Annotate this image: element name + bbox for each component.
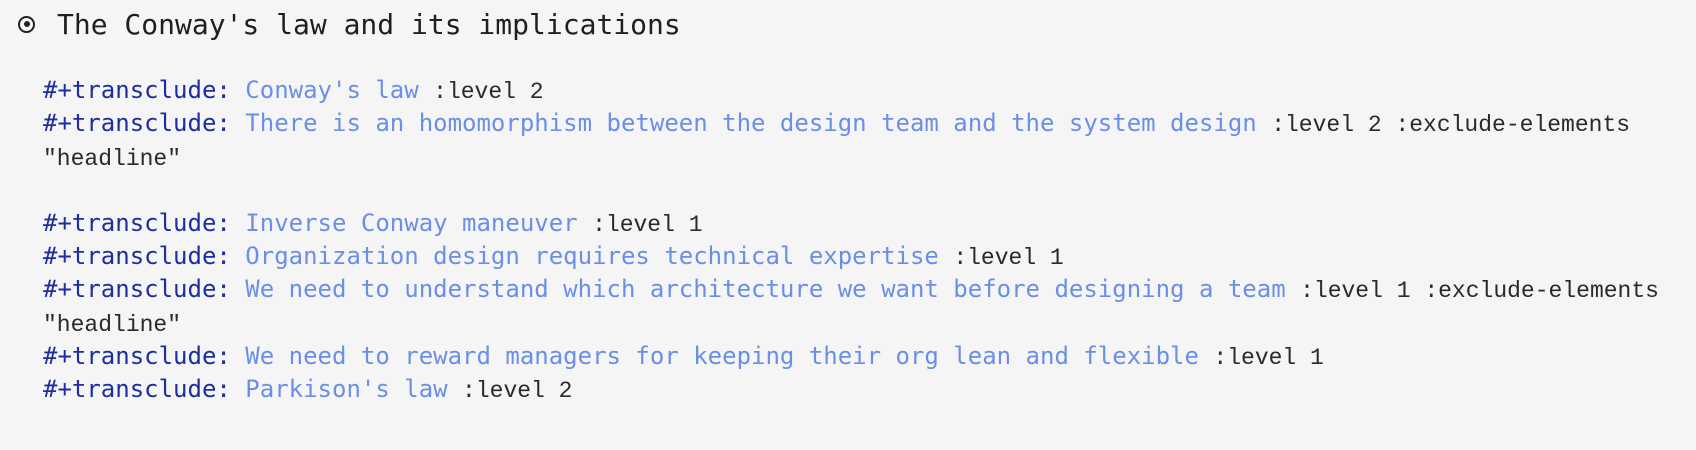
transclude-args-continuation: "headline" <box>43 146 182 172</box>
transclude-args: :level 1 <box>592 212 703 238</box>
bullet-icon <box>18 15 35 33</box>
transclude-link[interactable]: We need to understand which architecture… <box>245 275 1285 303</box>
transclude-link[interactable]: There is an homomorphism between the des… <box>245 109 1256 137</box>
transclude-link[interactable]: Conway's law <box>245 76 418 104</box>
transclude-link[interactable]: Organization design requires technical e… <box>245 242 939 270</box>
transclude-line-continuation: "headline" <box>43 140 181 174</box>
transclude-line: #+transclude: We need to understand whic… <box>43 272 1659 306</box>
transclude-args: :level 2 <box>462 378 573 404</box>
transclude-link[interactable]: Parkison's law <box>245 375 447 403</box>
transclude-keyword: #+transclude: <box>43 209 231 237</box>
transclude-line: #+transclude: Organization design requir… <box>43 239 1064 273</box>
transclude-args: :level 1 :exclude-elements <box>1300 278 1659 304</box>
transclude-args: :level 2 :exclude-elements <box>1271 112 1631 138</box>
transclude-keyword: #+transclude: <box>43 275 231 303</box>
transclude-keyword: #+transclude: <box>43 109 231 137</box>
transclude-link[interactable]: We need to reward managers for keeping t… <box>245 342 1199 370</box>
transclude-args: :level 1 <box>953 245 1064 271</box>
transclude-keyword: #+transclude: <box>43 76 231 104</box>
transclude-line: #+transclude: Parkison's law :level 2 <box>43 372 572 406</box>
transclude-line: #+transclude: We need to reward managers… <box>43 339 1324 373</box>
transclude-line: #+transclude: Conway's law :level 2 <box>43 73 544 107</box>
transclude-line: #+transclude: Inverse Conway maneuver :l… <box>43 206 703 240</box>
transclude-link[interactable]: Inverse Conway maneuver <box>245 209 577 237</box>
transclude-args-continuation: "headline" <box>43 312 182 338</box>
transclude-args: :level 1 <box>1213 345 1324 371</box>
transclude-line: #+transclude: There is an homomorphism b… <box>43 106 1630 140</box>
org-editor: The Conway's law and its implications #+… <box>0 0 1696 450</box>
transclude-keyword: #+transclude: <box>43 342 231 370</box>
transclude-args: :level 2 <box>433 79 544 105</box>
transclude-line-continuation: "headline" <box>43 306 181 340</box>
transclude-keyword: #+transclude: <box>43 375 231 403</box>
transclude-keyword: #+transclude: <box>43 242 231 270</box>
headline-title: The Conway's law and its implications <box>57 7 681 41</box>
org-headline[interactable]: The Conway's law and its implications <box>18 4 681 44</box>
